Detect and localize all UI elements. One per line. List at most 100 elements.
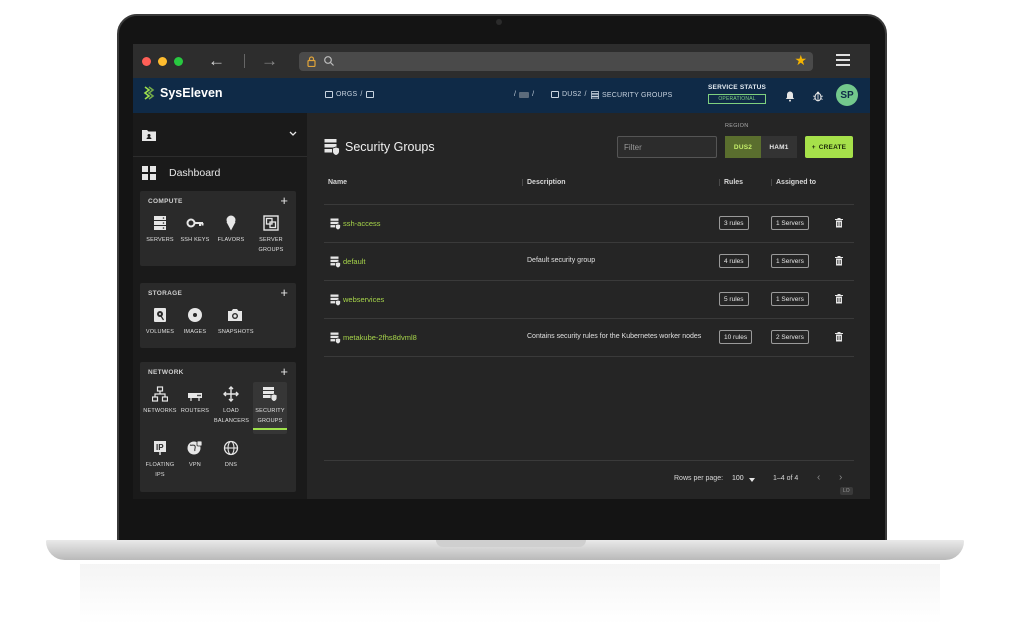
security-group-description: Default security group (527, 257, 596, 264)
security-group-name-link[interactable]: default (343, 257, 366, 266)
monitor-icon (551, 91, 559, 98)
table-pagination: Rows per page: 100 1–4 of 4 ‹ › (324, 460, 854, 496)
table-row[interactable]: webservices 5 rules 1 Servers (324, 281, 854, 319)
trash-icon[interactable] (835, 294, 843, 304)
security-group-name-link[interactable]: metakube-2fhs8dvml8 (343, 333, 417, 342)
add-compute-button[interactable]: + (280, 193, 288, 208)
server-groups-icon (263, 215, 279, 231)
trash-icon[interactable] (835, 218, 843, 228)
sidebar-item-load-balancers[interactable]: LOAD BALANCERS (214, 386, 249, 426)
maximize-window-icon[interactable] (174, 57, 183, 66)
sidebar-item-snapshots[interactable]: SNAPSHOTS (218, 307, 254, 337)
disc-icon (188, 308, 202, 322)
sidebar-item-security-groups[interactable]: SECURITY GROUPS (253, 382, 287, 434)
create-button[interactable]: + CREATE (805, 136, 853, 158)
sidebar-item-ssh-keys[interactable]: SSH KEYS (178, 215, 212, 245)
assigned-servers-badge[interactable]: 1 Servers (771, 216, 809, 230)
load-balancer-icon (223, 386, 239, 402)
breadcrumb-separator: / (584, 91, 587, 98)
service-status-label: SERVICE STATUS (708, 84, 767, 91)
sidebar-item-vpn[interactable]: VPN (178, 440, 212, 470)
trash-icon[interactable] (835, 256, 843, 266)
app-header: SysEleven ORGS / / / DUS2 / SECURITY GRO… (133, 78, 870, 113)
forward-arrow-icon[interactable]: → (261, 51, 278, 71)
back-arrow-icon[interactable]: ← (208, 51, 225, 71)
filter-input[interactable] (617, 136, 717, 158)
camera-icon (228, 309, 242, 321)
sidebar-item-images[interactable]: IMAGES (178, 307, 212, 337)
column-header-rules[interactable]: Rules (719, 179, 743, 186)
rules-count-badge[interactable]: 5 rules (719, 292, 749, 306)
security-group-name-link[interactable]: webservices (343, 295, 384, 304)
sidebar-item-dns[interactable]: DNS (214, 440, 248, 470)
compute-title: COMPUTE (148, 198, 183, 205)
column-header-description[interactable]: Description (522, 179, 566, 186)
column-header-assigned[interactable]: Assigned to (771, 179, 816, 186)
sidebar-item-networks[interactable]: NETWORKS (143, 386, 177, 416)
main-content: Security Groups REGION DUS2 HAM1 + CREAT… (307, 113, 870, 499)
rows-per-page-select[interactable]: 100 (732, 475, 744, 482)
add-storage-button[interactable]: + (280, 285, 288, 300)
rules-count-badge[interactable]: 10 rules (719, 330, 753, 344)
network-section: NETWORK + NETWORKS ROUTERS LOAD BALANCER… (140, 362, 296, 492)
bookmark-star-icon[interactable]: ★ (794, 52, 807, 69)
security-group-name-link[interactable]: ssh-access (343, 219, 381, 228)
breadcrumb-separator: / (532, 91, 535, 98)
sidebar-item-flavors[interactable]: FLAVORS (214, 215, 248, 245)
sidebar-item-servers[interactable]: SERVERS (143, 215, 177, 245)
org-selector[interactable] (133, 113, 307, 157)
breadcrumb-project[interactable]: / / (514, 91, 534, 98)
sidebar-item-server-groups[interactable]: SERVER GROUPS (254, 215, 288, 255)
assigned-servers-badge[interactable]: 2 Servers (771, 330, 809, 344)
security-group-icon (330, 332, 341, 344)
assigned-servers-badge[interactable]: 1 Servers (771, 292, 809, 306)
trash-icon[interactable] (835, 332, 843, 342)
images-label: IMAGES (183, 329, 207, 335)
sidebar-item-volumes[interactable]: VOLUMES (143, 307, 177, 337)
create-label: CREATE (818, 143, 847, 151)
search-icon (324, 56, 334, 66)
table-row[interactable]: ssh-access 3 rules 1 Servers (324, 205, 854, 243)
address-bar[interactable]: ★ (299, 52, 813, 71)
region-option-ham1[interactable]: HAM1 (761, 136, 797, 158)
breadcrumb-separator: / (360, 91, 363, 98)
minimize-window-icon[interactable] (158, 57, 167, 66)
breadcrumb-current-label: SECURITY GROUPS (602, 91, 673, 99)
previous-page-icon[interactable]: ‹ (817, 472, 820, 483)
breadcrumb-separator: / (514, 91, 517, 98)
table-header: Name Description Rules Assigned to (324, 168, 854, 205)
next-page-icon[interactable]: › (839, 472, 842, 483)
sidebar-item-routers[interactable]: ROUTERS (178, 386, 212, 416)
region-option-dus2[interactable]: DUS2 (725, 136, 761, 158)
user-avatar[interactable]: SP (836, 84, 858, 106)
close-window-icon[interactable] (142, 57, 151, 66)
svg-text:IP: IP (156, 443, 164, 452)
sidebar-item-dashboard[interactable]: Dashboard (133, 158, 307, 188)
globe-icon (223, 440, 239, 456)
column-header-name[interactable]: Name (324, 179, 347, 186)
snapshots-label: SNAPSHOTS (218, 329, 254, 335)
bell-icon[interactable] (784, 90, 796, 102)
breadcrumb-region[interactable]: DUS2 / (551, 91, 587, 98)
folder-icon (142, 130, 156, 141)
vpn-icon (187, 440, 203, 455)
caret-down-icon[interactable] (749, 478, 755, 482)
server-icon (154, 216, 166, 230)
sidebar-item-floating-ips[interactable]: IP FLOATING IPS (143, 440, 177, 480)
breadcrumb-orgs[interactable]: ORGS / (325, 91, 374, 98)
table-row[interactable]: metakube-2fhs8dvml8 Contains security ru… (324, 319, 854, 357)
pagination-range: 1–4 of 4 (773, 475, 799, 482)
brand-logo[interactable]: SysEleven (143, 86, 223, 100)
add-network-button[interactable]: + (280, 364, 288, 379)
key-icon (186, 218, 204, 228)
bug-icon[interactable] (812, 90, 824, 102)
security-group-icon (330, 218, 341, 230)
table-row[interactable]: default Default security group 4 rules 1… (324, 243, 854, 281)
routers-label: ROUTERS (180, 408, 210, 414)
assigned-servers-badge[interactable]: 1 Servers (771, 254, 809, 268)
service-status[interactable]: SERVICE STATUS OPERATIONAL (708, 84, 767, 104)
rules-count-badge[interactable]: 4 rules (719, 254, 749, 268)
rules-count-badge[interactable]: 3 rules (719, 216, 749, 230)
browser-menu-icon[interactable] (836, 54, 850, 66)
syseleven-logo-icon (143, 86, 155, 100)
